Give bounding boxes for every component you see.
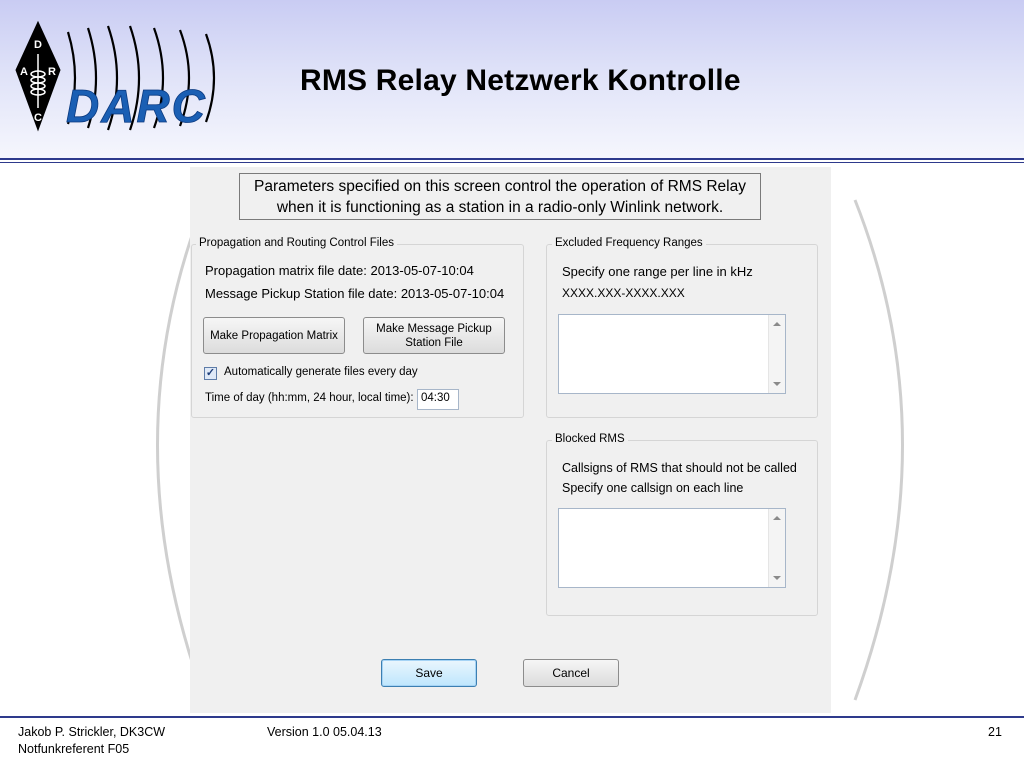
propagation-group-legend: Propagation and Routing Control Files bbox=[196, 237, 397, 249]
excluded-frequency-format: XXXX.XXX-XXXX.XXX bbox=[562, 286, 685, 300]
footer-author: Jakob P. Strickler, DK3CW bbox=[18, 725, 166, 739]
auto-generate-checkbox[interactable]: ✓ bbox=[204, 367, 217, 380]
make-message-pickup-button[interactable]: Make Message Pickup Station File bbox=[363, 317, 505, 354]
excluded-frequency-legend: Excluded Frequency Ranges bbox=[552, 237, 706, 249]
intro-line-1: Parameters specified on this screen cont… bbox=[254, 178, 746, 195]
scroll-up-icon[interactable] bbox=[773, 516, 781, 520]
scroll-up-icon[interactable] bbox=[773, 322, 781, 326]
blocked-rms-group: Blocked RMS Callsigns of RMS that should… bbox=[546, 433, 818, 616]
make-pickup-label-line1: Make Message Pickup bbox=[376, 322, 492, 335]
blocked-rms-textarea[interactable] bbox=[558, 508, 786, 588]
excluded-frequency-hint: Specify one range per line in kHz bbox=[562, 264, 753, 279]
blocked-rms-hint-2: Specify one callsign on each line bbox=[562, 481, 744, 495]
logo-wordmark: DARC bbox=[66, 80, 207, 132]
footer-rule bbox=[0, 716, 1024, 718]
slide-title: RMS Relay Netzwerk Kontrolle bbox=[300, 64, 741, 97]
pickup-station-date: Message Pickup Station file date: 2013-0… bbox=[205, 286, 505, 301]
propagation-matrix-date: Propagation matrix file date: 2013-05-07… bbox=[205, 263, 474, 278]
time-of-day-input[interactable]: 04:30 bbox=[417, 389, 459, 410]
footer-page-number: 21 bbox=[988, 725, 1002, 739]
rms-relay-settings-dialog: Parameters specified on this screen cont… bbox=[190, 167, 831, 713]
cancel-button-label: Cancel bbox=[552, 666, 590, 680]
logo-letter-r: R bbox=[48, 66, 56, 78]
footer-role: Notfunkreferent F05 bbox=[18, 742, 130, 756]
auto-generate-label: Automatically generate files every day bbox=[224, 366, 418, 378]
save-button-label: Save bbox=[415, 666, 443, 680]
save-button[interactable]: Save bbox=[381, 659, 477, 687]
intro-box: Parameters specified on this screen cont… bbox=[239, 173, 761, 220]
logo-letter-a: A bbox=[20, 66, 28, 78]
excluded-frequency-group: Excluded Frequency Ranges Specify one ra… bbox=[546, 237, 818, 418]
blocked-rms-hint-1: Callsigns of RMS that should not be call… bbox=[562, 461, 797, 475]
excluded-frequency-scrollbar[interactable] bbox=[768, 315, 785, 393]
logo-letter-d: D bbox=[34, 39, 42, 51]
logo-letter-c: C bbox=[34, 112, 42, 124]
propagation-group: Propagation and Routing Control Files Pr… bbox=[191, 237, 524, 418]
make-pickup-label-line2: Station File bbox=[405, 336, 463, 349]
scroll-down-icon[interactable] bbox=[773, 382, 781, 386]
blocked-rms-scrollbar[interactable] bbox=[768, 509, 785, 587]
make-propagation-matrix-button[interactable]: Make Propagation Matrix bbox=[203, 317, 345, 354]
excluded-frequency-textarea[interactable] bbox=[558, 314, 786, 394]
make-propagation-matrix-label: Make Propagation Matrix bbox=[210, 329, 338, 342]
intro-line-2: when it is functioning as a station in a… bbox=[276, 199, 724, 216]
footer-version: Version 1.0 05.04.13 bbox=[267, 725, 382, 739]
time-of-day-label: Time of day (hh:mm, 24 hour, local time)… bbox=[205, 392, 414, 404]
cancel-button[interactable]: Cancel bbox=[523, 659, 619, 687]
scroll-down-icon[interactable] bbox=[773, 576, 781, 580]
blocked-rms-legend: Blocked RMS bbox=[552, 433, 628, 445]
darc-logo: D A R C DARC bbox=[15, 20, 216, 132]
